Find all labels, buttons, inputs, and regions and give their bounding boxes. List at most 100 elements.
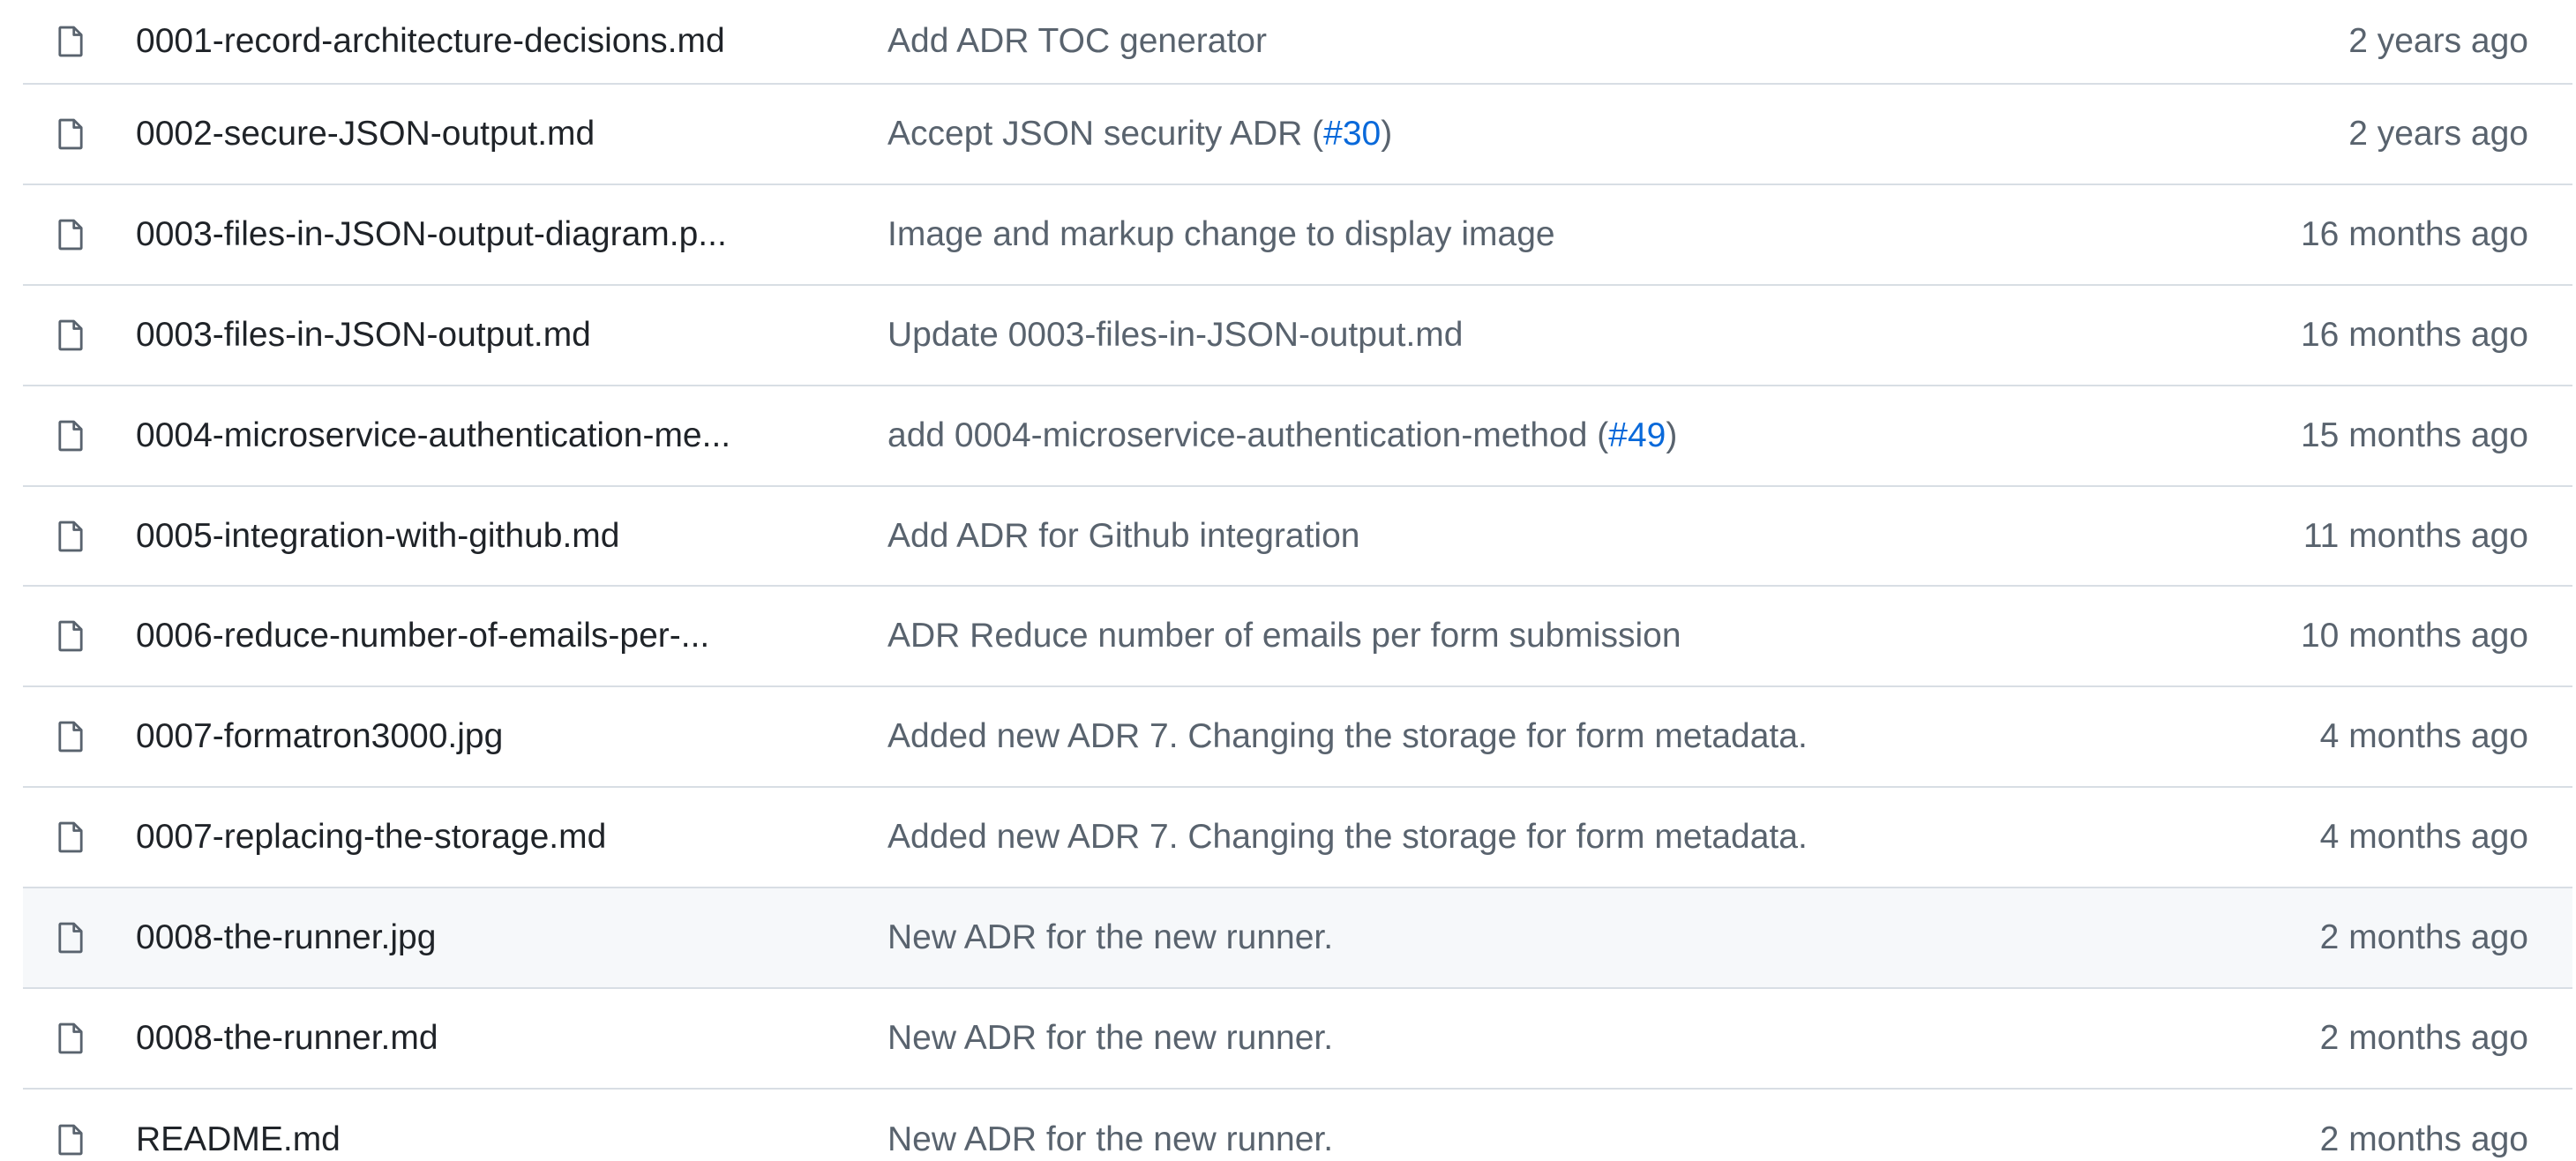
commit-age: 15 months ago xyxy=(2301,386,2528,485)
commit-message[interactable]: Added new ADR 7. Changing the storage fo… xyxy=(887,818,1808,857)
file-name[interactable]: 0001-record-architecture-decisions.md xyxy=(136,22,725,61)
commit-age-label: 11 months ago xyxy=(2303,516,2528,555)
file-row[interactable]: 0001-record-architecture-decisions.md Ad… xyxy=(23,0,2572,85)
commit-age-label: 16 months ago xyxy=(2300,214,2528,253)
file-row[interactable]: 0007-replacing-the-storage.md Added new … xyxy=(23,788,2572,889)
commit-message[interactable]: ADR Reduce number of emails per form sub… xyxy=(887,617,1681,655)
commit-age: 16 months ago xyxy=(2301,185,2528,284)
file-icon xyxy=(53,687,88,786)
commit-message[interactable]: Added new ADR 7. Changing the storage fo… xyxy=(887,717,1808,756)
commit-age: 4 months ago xyxy=(2320,687,2528,786)
file-icon xyxy=(53,0,88,83)
file-row[interactable]: 0003-files-in-JSON-output.md Update 0003… xyxy=(23,285,2572,386)
commit-age: 2 months ago xyxy=(2320,888,2528,987)
commit-age: 2 months ago xyxy=(2320,1090,2528,1161)
commit-age-label: 2 years ago xyxy=(2348,22,2528,60)
commit-message-link[interactable]: Update 0003-files-in-JSON-output.md xyxy=(887,286,2211,385)
commit-message[interactable]: New ADR for the new runner. xyxy=(887,1120,1333,1159)
commit-age: 16 months ago xyxy=(2301,286,2528,385)
file-name[interactable]: README.md xyxy=(136,1120,341,1159)
file-row[interactable]: 0007-formatron3000.jpg Added new ADR 7. … xyxy=(23,687,2572,789)
commit-message-link[interactable]: Image and markup change to display image xyxy=(887,185,2211,284)
commit-message-link[interactable]: Add ADR TOC generator xyxy=(887,0,2211,83)
file-row[interactable]: 0004-microservice-authentication-me... a… xyxy=(23,386,2572,487)
file-icon xyxy=(53,85,88,184)
file-name[interactable]: 0005-integration-with-github.md xyxy=(136,517,619,556)
file-icon xyxy=(53,587,88,685)
commit-message[interactable]: Add ADR TOC generator xyxy=(887,22,1267,61)
commit-message[interactable]: New ADR for the new runner. xyxy=(887,918,1333,957)
commit-message-suffix[interactable]: ) xyxy=(1666,416,1677,455)
commit-age: 11 months ago xyxy=(2303,487,2528,586)
file-name-link[interactable]: 0004-microservice-authentication-me... xyxy=(136,386,859,485)
commit-age-label: 2 months ago xyxy=(2319,918,2528,957)
commit-age: 10 months ago xyxy=(2301,587,2528,685)
file-name-link[interactable]: README.md xyxy=(136,1090,859,1161)
file-icon xyxy=(53,487,88,586)
commit-message[interactable]: Accept JSON security ADR ( xyxy=(887,115,1323,154)
file-name-link[interactable]: 0007-replacing-the-storage.md xyxy=(136,788,859,887)
commit-message[interactable]: Add ADR for Github integration xyxy=(887,517,1359,556)
file-icon xyxy=(53,888,88,987)
commit-message-link[interactable]: Added new ADR 7. Changing the storage fo… xyxy=(887,687,2211,786)
commit-age: 4 months ago xyxy=(2320,788,2528,887)
commit-message[interactable]: add 0004-microservice-authentication-met… xyxy=(887,416,1608,455)
file-name-link[interactable]: 0002-secure-JSON-output.md xyxy=(136,85,859,184)
file-name-link[interactable]: 0008-the-runner.jpg xyxy=(136,888,859,987)
commit-message-link[interactable]: New ADR for the new runner. xyxy=(887,989,2211,1088)
file-name-link[interactable]: 0005-integration-with-github.md xyxy=(136,487,859,586)
file-name-link[interactable]: 0003-files-in-JSON-output.md xyxy=(136,286,859,385)
file-name[interactable]: 0006-reduce-number-of-emails-per-... xyxy=(136,617,709,655)
commit-age-label: 10 months ago xyxy=(2300,617,2528,655)
file-icon xyxy=(53,386,88,485)
commit-message-link[interactable]: New ADR for the new runner. xyxy=(887,888,2211,987)
file-icon xyxy=(53,286,88,385)
commit-message[interactable]: New ADR for the new runner. xyxy=(887,1019,1333,1058)
commit-age: 2 years ago xyxy=(2348,85,2528,184)
commit-age-label: 2 months ago xyxy=(2319,1120,2528,1158)
file-name-link[interactable]: 0003-files-in-JSON-output-diagram.p... xyxy=(136,185,859,284)
file-row[interactable]: 0002-secure-JSON-output.md Accept JSON s… xyxy=(23,85,2572,185)
commit-age-label: 2 months ago xyxy=(2319,1018,2528,1057)
file-name[interactable]: 0007-formatron3000.jpg xyxy=(136,717,503,756)
commit-message-suffix[interactable]: ) xyxy=(1381,115,1392,154)
file-name[interactable]: 0007-replacing-the-storage.md xyxy=(136,818,606,857)
commit-age-label: 4 months ago xyxy=(2319,818,2528,857)
commit-message-link[interactable]: New ADR for the new runner. xyxy=(887,1090,2211,1161)
commit-age: 2 months ago xyxy=(2320,989,2528,1088)
commit-age: 2 years ago xyxy=(2348,0,2528,83)
file-name[interactable]: 0004-microservice-authentication-me... xyxy=(136,416,730,455)
commit-message-link[interactable]: ADR Reduce number of emails per form sub… xyxy=(887,587,2211,685)
commit-age-label: 16 months ago xyxy=(2300,315,2528,354)
file-name-link[interactable]: 0007-formatron3000.jpg xyxy=(136,687,859,786)
commit-message-link[interactable]: Accept JSON security ADR (#30) xyxy=(887,85,2211,184)
file-row[interactable]: 0008-the-runner.jpg New ADR for the new … xyxy=(23,888,2572,990)
commit-age-label: 15 months ago xyxy=(2300,416,2528,454)
file-icon xyxy=(53,788,88,887)
commit-age-label: 2 years ago xyxy=(2348,114,2528,153)
commit-message[interactable]: Image and markup change to display image xyxy=(887,215,1555,254)
file-row[interactable]: 0008-the-runner.md New ADR for the new r… xyxy=(23,989,2572,1090)
commit-message[interactable]: Update 0003-files-in-JSON-output.md xyxy=(887,316,1463,355)
file-icon xyxy=(53,989,88,1088)
file-name-link[interactable]: 0008-the-runner.md xyxy=(136,989,859,1088)
file-name-link[interactable]: 0006-reduce-number-of-emails-per-... xyxy=(136,587,859,685)
file-icon xyxy=(53,1090,88,1161)
file-list: 0001-record-architecture-decisions.md Ad… xyxy=(23,0,2572,1161)
commit-message-link[interactable]: add 0004-microservice-authentication-met… xyxy=(887,386,2211,485)
file-name[interactable]: 0008-the-runner.md xyxy=(136,1019,438,1058)
pull-request-link[interactable]: #49 xyxy=(1608,416,1666,455)
file-name[interactable]: 0003-files-in-JSON-output.md xyxy=(136,316,591,355)
file-row[interactable]: README.md New ADR for the new runner. 2 … xyxy=(23,1089,2572,1161)
file-row[interactable]: 0006-reduce-number-of-emails-per-... ADR… xyxy=(23,587,2572,688)
commit-age-label: 4 months ago xyxy=(2319,717,2528,756)
file-name-link[interactable]: 0001-record-architecture-decisions.md xyxy=(136,0,859,83)
file-row[interactable]: 0003-files-in-JSON-output-diagram.p... I… xyxy=(23,184,2572,286)
pull-request-link[interactable]: #30 xyxy=(1323,115,1381,154)
file-name[interactable]: 0002-secure-JSON-output.md xyxy=(136,115,595,154)
commit-message-link[interactable]: Add ADR for Github integration xyxy=(887,487,2211,586)
commit-message-link[interactable]: Added new ADR 7. Changing the storage fo… xyxy=(887,788,2211,887)
file-name[interactable]: 0008-the-runner.jpg xyxy=(136,918,436,957)
file-name[interactable]: 0003-files-in-JSON-output-diagram.p... xyxy=(136,215,727,254)
file-row[interactable]: 0005-integration-with-github.md Add ADR … xyxy=(23,486,2572,588)
